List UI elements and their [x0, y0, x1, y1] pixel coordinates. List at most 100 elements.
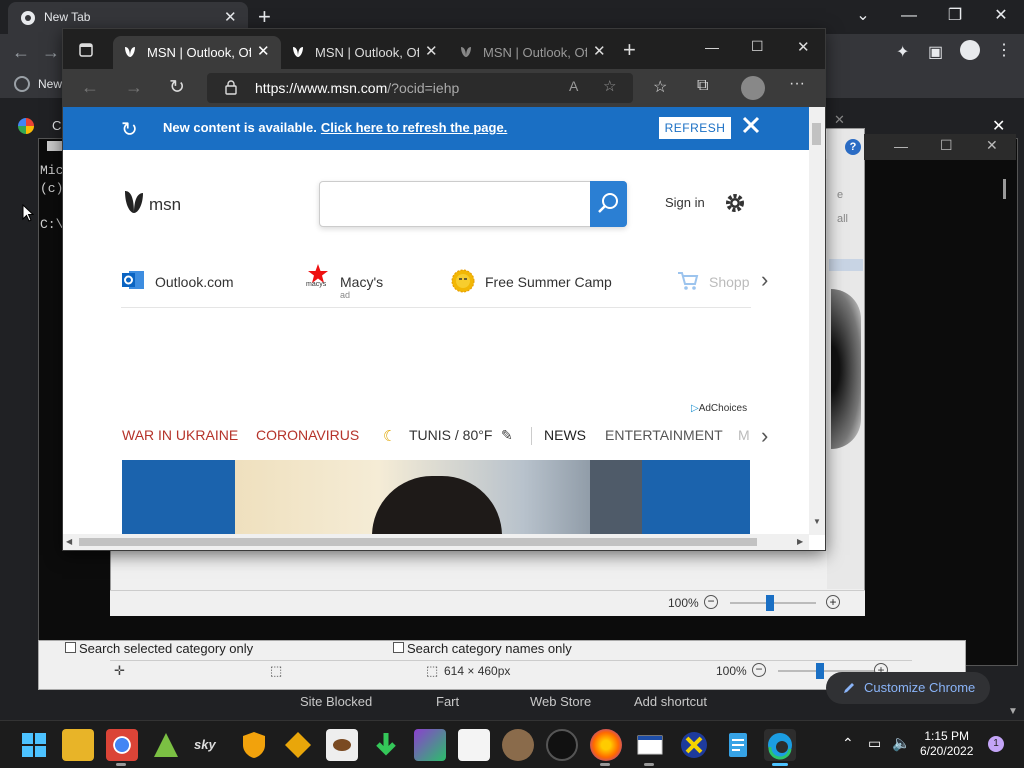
vertical-scrollbar[interactable]: ▼: [809, 107, 825, 535]
close-window-icon[interactable]: ✕: [797, 38, 810, 56]
zoom-out-icon[interactable]: −: [752, 663, 766, 677]
read-aloud-icon[interactable]: A: [569, 78, 578, 94]
favorites-icon[interactable]: ☆: [653, 77, 667, 97]
zoom-out-icon[interactable]: −: [704, 595, 718, 609]
x-app-icon[interactable]: [678, 729, 710, 761]
chevron-up-icon[interactable]: ⌃: [842, 735, 854, 752]
zoom-slider-thumb[interactable]: [766, 595, 774, 611]
shortcut-web-store[interactable]: Web Store: [530, 694, 591, 709]
address-bar[interactable]: https://www.msn.com/?ocid=iehp A ☆: [207, 73, 633, 103]
refresh-link[interactable]: Click here to refresh the page.: [321, 120, 507, 135]
more-icon[interactable]: ···: [789, 75, 805, 93]
horizontal-scrollbar[interactable]: ◀ ▶: [63, 534, 809, 550]
forward-icon[interactable]: →: [42, 42, 60, 63]
restore-icon[interactable]: ❐: [932, 2, 978, 30]
close-window-icon[interactable]: ✕: [978, 2, 1024, 30]
scroll-right-icon[interactable]: ▶: [797, 537, 803, 546]
zoom-in-icon[interactable]: +: [826, 595, 840, 609]
forward-icon[interactable]: →: [125, 77, 143, 98]
notification-badge[interactable]: 1: [988, 736, 1004, 752]
new-tab-icon[interactable]: +: [258, 4, 271, 30]
volume-icon[interactable]: 🔈: [892, 734, 911, 752]
app-diamond-icon[interactable]: [282, 729, 314, 761]
checkbox[interactable]: [393, 642, 404, 653]
network-icon[interactable]: ▭: [868, 735, 881, 752]
chrome-taskbar-icon[interactable]: [106, 729, 138, 761]
nav-news[interactable]: NEWS: [544, 427, 586, 443]
sign-in-link[interactable]: Sign in: [665, 195, 705, 210]
minimize-icon[interactable]: —: [894, 138, 908, 154]
scrollbar-thumb[interactable]: [812, 123, 821, 145]
checkbox[interactable]: [65, 642, 76, 653]
game-app-icon[interactable]: [414, 729, 446, 761]
nav-more[interactable]: M: [738, 427, 750, 443]
add-favorite-icon[interactable]: ☆: [603, 77, 616, 95]
shortcut-fart[interactable]: Fart: [436, 694, 459, 709]
add-shortcut-button[interactable]: Add shortcut: [634, 694, 707, 709]
chevron-right-icon[interactable]: ›: [761, 423, 768, 449]
close-icon[interactable]: ✕: [593, 42, 606, 60]
sidepanel-icon[interactable]: ▣: [928, 42, 943, 62]
firefox-icon[interactable]: [590, 729, 622, 761]
minimize-icon[interactable]: —: [886, 2, 932, 30]
maximize-icon[interactable]: ☐: [751, 38, 764, 55]
nav-coronavirus[interactable]: CORONAVIRUS: [256, 427, 359, 443]
close-icon[interactable]: [739, 113, 763, 137]
close-icon[interactable]: ✕: [986, 137, 998, 154]
nav-war-in-ukraine[interactable]: WAR IN UKRAINE: [122, 427, 238, 443]
refresh-button[interactable]: REFRESH: [659, 117, 731, 139]
file-explorer-icon[interactable]: [62, 729, 94, 761]
shortcut-site-blocked[interactable]: Site Blocked: [300, 694, 372, 709]
quicklink-shopping[interactable]: Shopp: [677, 271, 751, 295]
adchoices-link[interactable]: ▷AdChoices: [691, 403, 747, 414]
nav-entertainment[interactable]: ENTERTAINMENT: [605, 427, 723, 443]
search-button[interactable]: [590, 181, 627, 227]
back-icon[interactable]: ←: [81, 77, 99, 98]
refresh-icon[interactable]: ↻: [169, 76, 185, 99]
menu-icon[interactable]: ⋮: [996, 40, 1012, 60]
customize-chrome-button[interactable]: Customize Chrome: [826, 672, 990, 704]
monkey-app-icon[interactable]: [502, 729, 534, 761]
scroll-down-icon[interactable]: ▼: [1008, 706, 1018, 717]
tab-search-icon[interactable]: ⌄: [840, 2, 886, 30]
window-app-icon[interactable]: [634, 729, 666, 761]
chevron-right-icon[interactable]: ›: [761, 267, 768, 293]
windows-start-icon[interactable]: [18, 729, 50, 761]
maximize-icon[interactable]: ☐: [940, 137, 953, 154]
profile-icon[interactable]: [741, 76, 765, 100]
profile-icon[interactable]: [960, 40, 980, 60]
scroll-left-icon[interactable]: ◀: [66, 537, 72, 546]
scroll-down-icon[interactable]: ▼: [813, 517, 821, 526]
zoom-slider-thumb[interactable]: [816, 663, 824, 679]
clock[interactable]: 1:15 PM 6/20/2022: [920, 729, 973, 759]
cmd-scrollbar-thumb[interactable]: [1003, 179, 1006, 199]
msn-logo[interactable]: msn: [123, 189, 181, 215]
close-icon[interactable]: ✕: [992, 116, 1005, 136]
close-icon[interactable]: ✕: [425, 42, 438, 60]
help-icon[interactable]: ?: [845, 139, 861, 155]
minimize-icon[interactable]: —: [705, 39, 719, 55]
nav-weather[interactable]: TUNIS / 80°F: [409, 427, 492, 443]
wii-app-icon[interactable]: [458, 729, 490, 761]
app-triangle-icon[interactable]: [150, 729, 182, 761]
edge-tab-2[interactable]: MSN | Outlook, Office ✕: [281, 36, 449, 69]
close-icon[interactable]: ✕: [834, 112, 845, 128]
edge-tab-1[interactable]: MSN | Outlook, Office ✕: [113, 36, 281, 69]
shield-icon[interactable]: [238, 729, 270, 761]
back-icon[interactable]: ←: [12, 42, 30, 63]
download-icon[interactable]: [370, 729, 402, 761]
sky-app-icon[interactable]: sky: [194, 729, 226, 761]
ninja-app-icon[interactable]: [546, 729, 578, 761]
coffee-app-icon[interactable]: [326, 729, 358, 761]
notepad-icon[interactable]: [722, 729, 754, 761]
close-icon[interactable]: ✕: [257, 42, 270, 60]
scrollbar-thumb[interactable]: [79, 538, 757, 546]
extension-icon[interactable]: ✦: [896, 42, 909, 62]
edit-pencil-icon[interactable]: ✎: [501, 427, 513, 444]
edge-tab-3[interactable]: MSN | Outlook, Office ✕: [449, 36, 617, 69]
bookmark-item[interactable]: New: [38, 77, 62, 91]
new-tab-icon[interactable]: +: [623, 37, 636, 63]
hero-image[interactable]: [122, 460, 750, 534]
edge-taskbar-icon[interactable]: [764, 729, 796, 761]
collections-icon[interactable]: ⧉: [697, 77, 708, 95]
